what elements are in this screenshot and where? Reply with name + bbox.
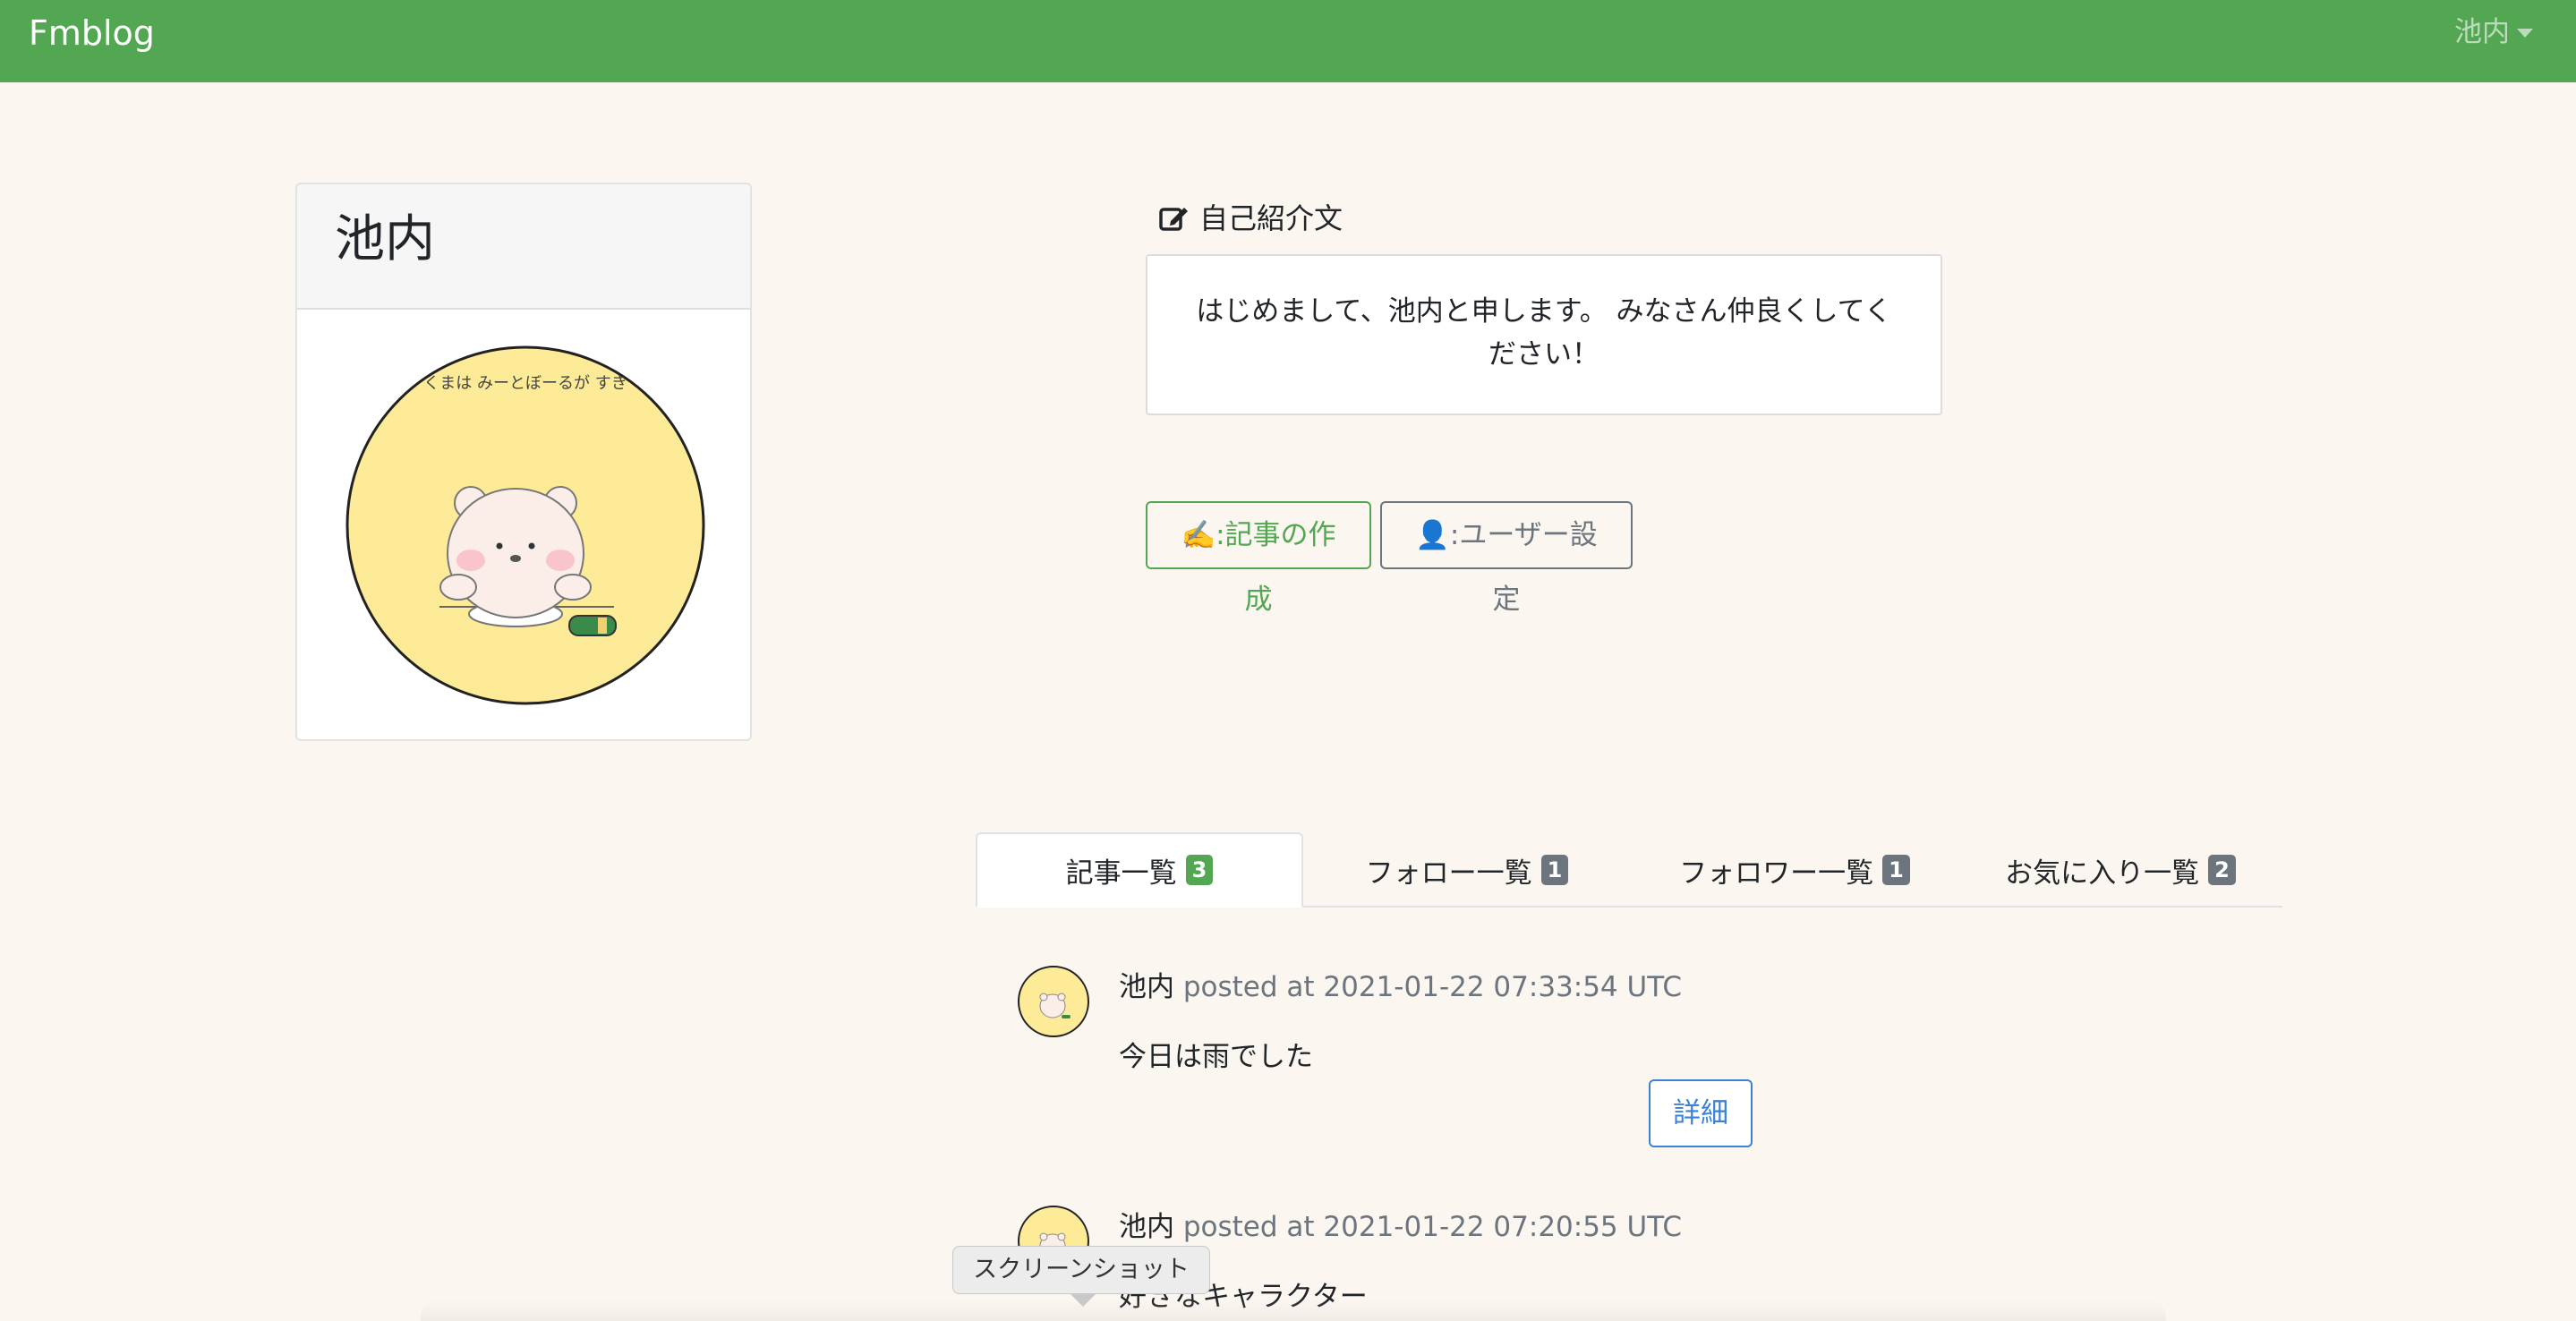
bear-avatar-icon: くまは みーとぼーるが すき [345,345,705,705]
tab-articles[interactable]: 記事一覧 3 [976,832,1303,908]
bio-text-box: はじめまして、池内と申します。 みなさん仲良くしてください！ [1146,254,1942,415]
user-menu-label: 池内 [2454,16,2510,48]
profile-card-header: 池内 [297,184,750,310]
user-dropdown-toggle[interactable]: 池内 [2454,13,2533,52]
post-header: 池内 posted at 2021-01-22 07:33:54 UTC [1119,965,1682,1010]
dock-shadow [421,1300,2166,1321]
post-timestamp: posted at 2021-01-22 07:33:54 UTC [1182,971,1682,1003]
user-settings-button[interactable]: 👤:ユーザー設定 [1380,501,1633,616]
bio-heading: 自己紹介文 [1158,197,1343,240]
tab-favorites[interactable]: お気に入り一覧 2 [1958,832,2282,908]
post-timestamp: posted at 2021-01-22 07:20:55 UTC [1182,1211,1682,1243]
detail-button[interactable]: 詳細 [1649,1079,1753,1147]
tooltip-arrow [1070,1294,1096,1307]
count-badge: 2 [2208,855,2236,885]
tab-following[interactable]: フォロー一覧 1 [1303,832,1631,908]
top-navbar: Fmblog 池内 [0,0,2576,82]
bio-text: はじめまして、池内と申します。 みなさん仲良くしてください！ [1196,295,1892,371]
post-item: 池内 posted at 2021-01-22 07:33:54 UTC 今日は… [1017,965,2270,1153]
edit-icon [1159,208,1188,231]
post-header: 池内 posted at 2021-01-22 07:20:55 UTC [1119,1205,1682,1249]
profile-card: 池内 くまは みーとぼーるが すき [295,183,752,741]
profile-tabs: 記事一覧 3 フォロー一覧 1 フォロワー一覧 1 お気に入り一覧 2 [976,832,2282,908]
tab-label: フォロー一覧 [1365,857,1532,890]
post-author-link[interactable]: 池内 [1119,971,1174,1003]
tab-followers[interactable]: フォロワー一覧 1 [1631,832,1958,908]
bear-avatar-icon[interactable] [1017,965,1090,1038]
count-badge: 1 [1882,855,1910,885]
brand-link[interactable]: Fmblog [29,11,155,55]
count-badge: 1 [1540,855,1569,885]
caret-down-icon [2517,29,2533,38]
avatar-caption: くまは みーとぼーるが すき [423,374,627,393]
count-badge: 3 [1185,855,1214,885]
tab-label: 記事一覧 [1065,857,1177,890]
create-article-button[interactable]: ✍️:記事の作成 [1146,501,1371,616]
bio-heading-label: 自己紹介文 [1199,201,1343,235]
screenshot-tooltip: スクリーンショット [952,1246,1210,1294]
post-author-link[interactable]: 池内 [1119,1211,1174,1243]
tab-label: フォロワー一覧 [1679,857,1874,890]
post-body: 今日は雨でした [1119,1041,1313,1073]
tab-label: お気に入り一覧 [2005,857,2200,890]
profile-name: 池内 [335,210,435,268]
